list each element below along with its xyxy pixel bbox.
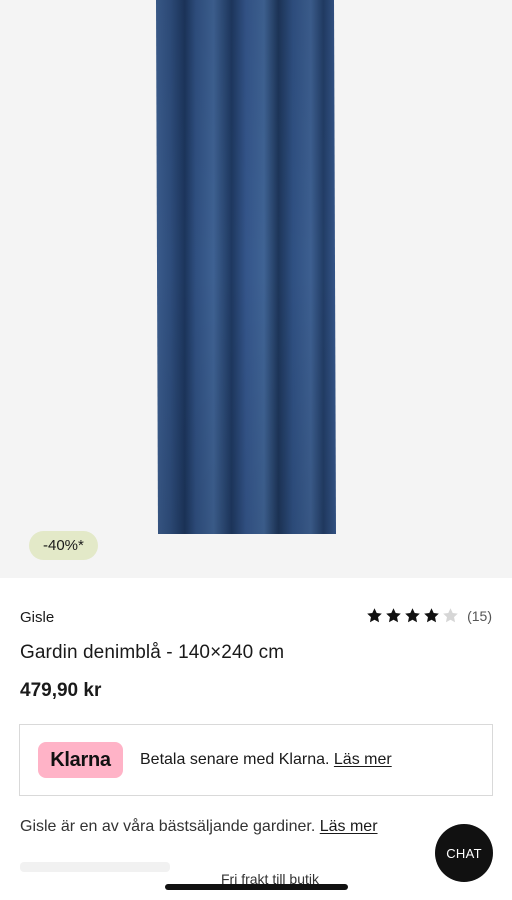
chat-button[interactable]: CHAT: [435, 824, 493, 882]
star-filled-icon: [405, 608, 420, 623]
star-filled-icon: [367, 608, 382, 623]
description-text: Gisle är en av våra bästsäljande gardine…: [20, 818, 316, 835]
product-price: 479,90 kr: [20, 680, 102, 701]
curtain-product-image: [156, 0, 336, 534]
brand-name[interactable]: Gisle: [20, 609, 54, 626]
discount-badge: -40%*: [29, 531, 98, 560]
klarna-banner: Klarna Betala senare med Klarna. Läs mer: [19, 724, 493, 796]
product-rating[interactable]: (15): [366, 607, 492, 624]
klarna-text: Betala senare med Klarna.: [140, 751, 330, 768]
klarna-message: Betala senare med Klarna. Läs mer: [140, 751, 392, 769]
product-description: Gisle är en av våra bästsäljande gardine…: [20, 818, 378, 836]
description-read-more-link[interactable]: Läs mer: [320, 818, 378, 835]
product-title: Gardin denimblå - 140×240 cm: [20, 642, 285, 663]
home-indicator[interactable]: [165, 884, 348, 890]
star-empty-icon: [443, 608, 458, 623]
product-image-area[interactable]: -40%*: [0, 0, 512, 578]
star-filled-icon: [424, 608, 439, 623]
review-count[interactable]: (15): [467, 608, 492, 624]
klarna-read-more-link[interactable]: Läs mer: [334, 751, 392, 768]
klarna-logo: Klarna: [38, 742, 123, 778]
star-filled-icon: [386, 608, 401, 623]
